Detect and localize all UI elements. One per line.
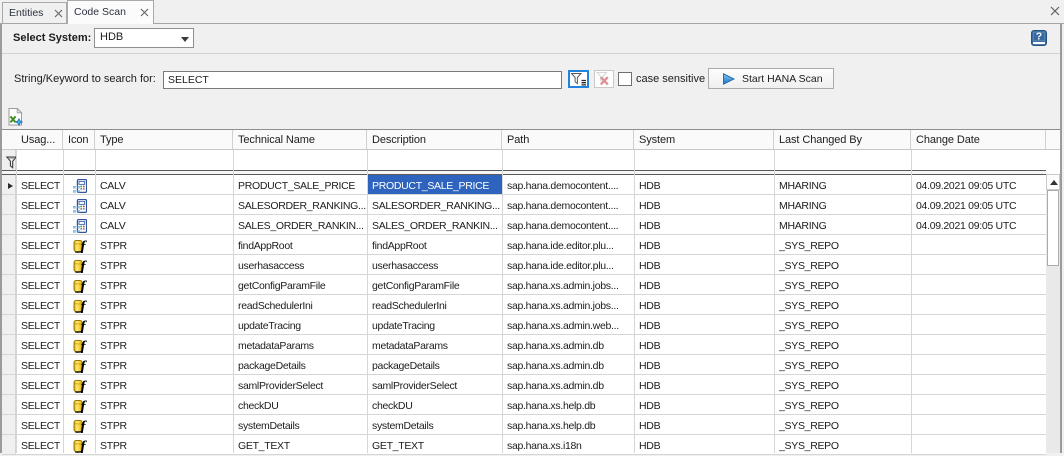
svg-text:f: f — [80, 359, 87, 373]
svg-text:f: f — [80, 319, 87, 333]
svg-text:f: f — [80, 239, 87, 253]
svg-text:f: f — [80, 439, 87, 453]
svg-text:f: f — [80, 299, 87, 313]
svg-text:f: f — [80, 379, 87, 393]
svg-text:f: f — [80, 279, 87, 293]
svg-text:f: f — [80, 339, 87, 353]
svg-text:f: f — [80, 419, 87, 433]
svg-text:f: f — [80, 259, 87, 273]
svg-text:f: f — [80, 399, 87, 413]
svg-text:?: ? — [1036, 31, 1042, 43]
